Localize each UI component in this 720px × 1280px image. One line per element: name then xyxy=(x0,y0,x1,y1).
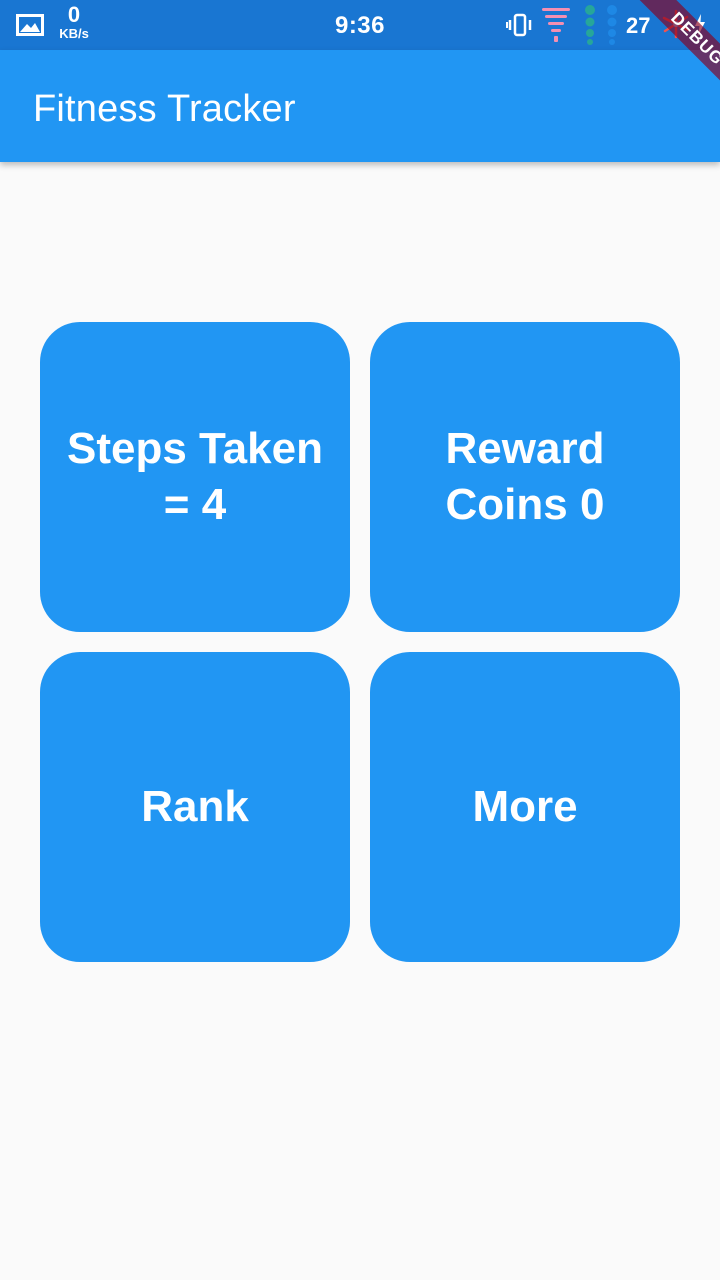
app-title: Fitness Tracker xyxy=(33,88,296,130)
net-speed-value: 0 xyxy=(67,2,81,27)
reward-coins-tile[interactable]: Reward Coins 0 xyxy=(370,322,680,632)
dots-icon xyxy=(585,5,617,45)
signal-icon xyxy=(542,8,570,42)
net-speed: 0 KB/s xyxy=(54,2,94,41)
steps-taken-label: Steps Taken = 4 xyxy=(67,424,323,529)
net-speed-unit: KB/s xyxy=(59,26,89,41)
app-screen: 0 KB/s 9:36 27 Fitness Tracker DEBUG Ste… xyxy=(0,0,720,1280)
rank-label: Rank xyxy=(141,782,249,831)
more-label: More xyxy=(472,782,578,831)
vibrate-icon xyxy=(506,13,532,37)
rank-tile[interactable]: Rank xyxy=(40,652,350,962)
fan-icon xyxy=(662,9,690,39)
gallery-icon xyxy=(16,14,44,36)
status-time: 9:36 xyxy=(334,12,386,39)
more-tile[interactable]: More xyxy=(370,652,680,962)
charging-icon xyxy=(695,14,705,36)
dashboard-grid: Steps Taken = 4 Reward Coins 0 Rank More xyxy=(40,322,680,962)
battery-level: 27 xyxy=(626,13,651,38)
reward-coins-label: Reward Coins 0 xyxy=(445,424,605,529)
status-bar: 0 KB/s 9:36 27 xyxy=(0,0,720,50)
app-bar: Fitness Tracker xyxy=(0,50,720,162)
steps-taken-tile[interactable]: Steps Taken = 4 xyxy=(40,322,350,632)
